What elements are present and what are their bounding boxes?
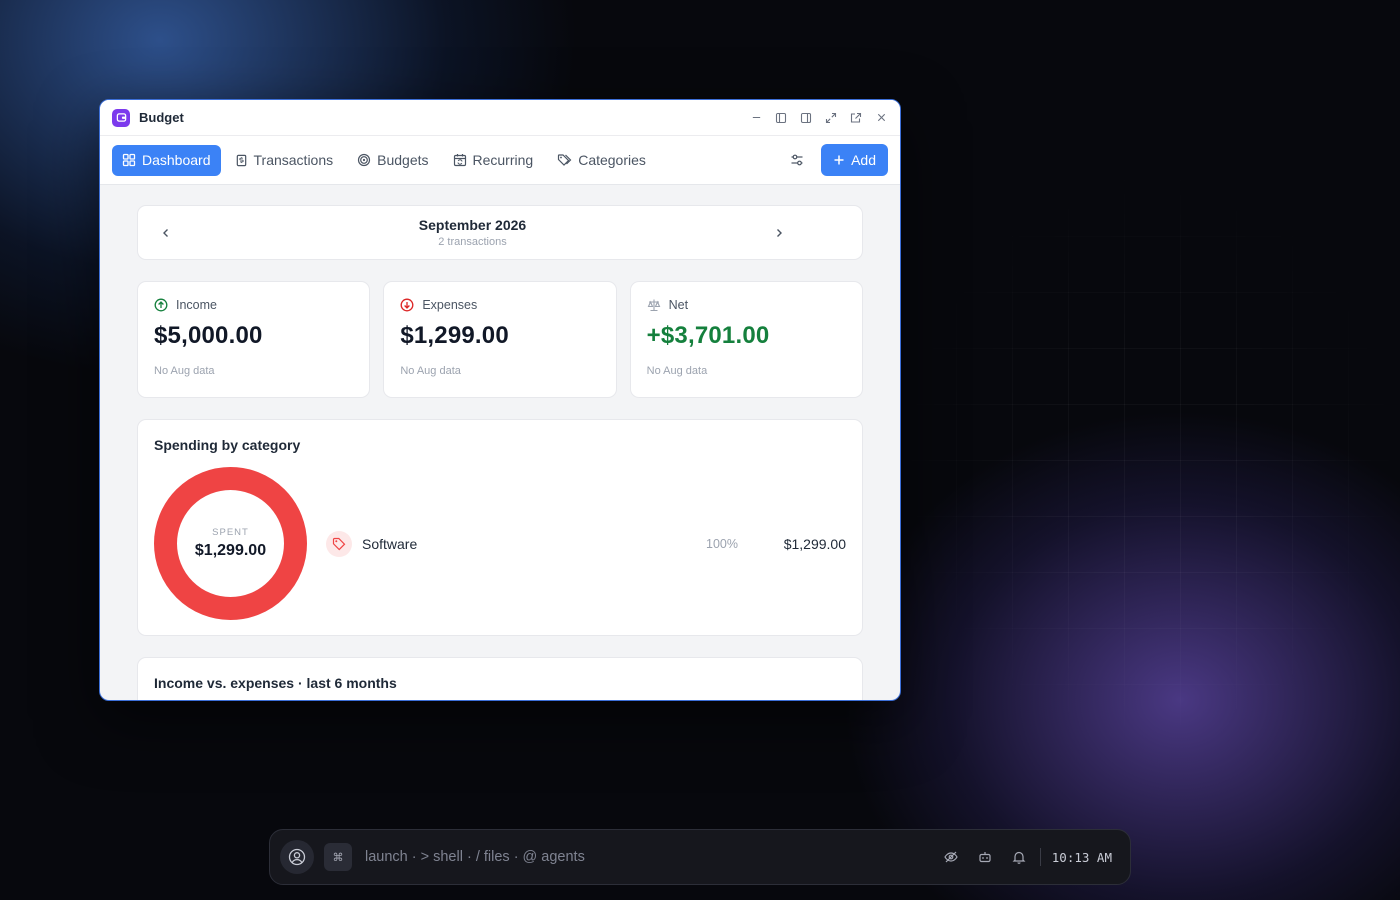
bell-icon[interactable]: [1012, 850, 1026, 864]
minimize-icon[interactable]: [749, 111, 763, 125]
plus-icon: [834, 155, 844, 165]
net-value: +$3,701.00: [646, 322, 770, 349]
income-comparison: No Aug data: [154, 365, 215, 377]
arrow-up-circle-icon: [154, 298, 168, 312]
expenses-comparison: No Aug data: [400, 365, 461, 377]
tab-label: Transactions: [253, 152, 334, 168]
nav-bar: Dashboard Transactions Budgets Recurring…: [100, 136, 900, 185]
sidebar-right-icon[interactable]: [799, 111, 813, 125]
sidebar-left-icon[interactable]: [774, 111, 788, 125]
background-grid: [900, 180, 1400, 740]
chevron-right-icon[interactable]: [769, 223, 789, 243]
tab-label: Dashboard: [142, 152, 211, 168]
income-vs-expenses-card: Income vs. expenses · last 6 months: [137, 657, 863, 700]
target-icon: [358, 153, 371, 167]
category-row[interactable]: Software 100% $1,299.00: [326, 531, 846, 557]
command-key-icon[interactable]: ⌘: [324, 843, 352, 871]
robot-icon[interactable]: [978, 850, 992, 864]
section-title: Spending by category: [154, 437, 301, 453]
month-title: September 2026: [418, 217, 527, 233]
tag-icon: [326, 531, 352, 557]
tags-icon: [558, 154, 572, 166]
budget-app-icon: [112, 108, 130, 127]
donut-center-value: $1,299.00: [194, 542, 267, 559]
donut-center-label: SPENT: [212, 527, 249, 538]
tab-budgets[interactable]: Budgets: [347, 145, 438, 176]
expenses-label: Expenses: [422, 298, 478, 312]
summary-stats: Income $5,000.00 No Aug data Expenses $1…: [137, 281, 863, 398]
dashboard-content: September 2026 2 transactions Income $5,…: [100, 185, 900, 700]
calendar-repeat-icon: [453, 154, 466, 167]
user-avatar-icon[interactable]: [280, 840, 314, 874]
month-selector: September 2026 2 transactions: [137, 205, 863, 260]
window-controls: [749, 111, 888, 125]
tab-dashboard[interactable]: Dashboard: [112, 144, 221, 176]
spending-by-category-card: Spending by category SPENT $1,299.00 Sof…: [137, 419, 863, 636]
taskbar: ⌘ launch · > shell · / files · @ agents …: [269, 829, 1131, 885]
category-amount: $1,299.00: [783, 536, 846, 552]
sliders-icon[interactable]: [783, 146, 811, 174]
category-percent: 100%: [706, 537, 738, 551]
category-name: Software: [362, 536, 418, 552]
tab-label: Recurring: [472, 152, 534, 168]
spending-donut-chart[interactable]: SPENT $1,299.00: [154, 467, 307, 620]
add-button[interactable]: Add: [821, 144, 888, 176]
net-comparison: No Aug data: [646, 365, 708, 377]
chevron-left-icon[interactable]: [156, 223, 176, 243]
scale-icon: [647, 299, 661, 312]
expenses-card[interactable]: Expenses $1,299.00 No Aug data: [383, 281, 617, 398]
taskbar-divider: [1039, 848, 1041, 866]
net-label: Net: [668, 298, 689, 312]
add-label: Add: [851, 152, 876, 168]
income-value: $5,000.00: [154, 322, 263, 349]
grid-icon: [122, 153, 136, 167]
tab-categories[interactable]: Categories: [547, 145, 656, 176]
window-title: Budget: [139, 110, 184, 125]
expenses-value: $1,299.00: [400, 322, 509, 349]
launcher-input[interactable]: launch · > shell · / files · @ agents: [365, 849, 585, 865]
eye-off-icon[interactable]: [944, 850, 958, 864]
tab-label: Budgets: [377, 152, 429, 168]
maximize-icon[interactable]: [824, 111, 838, 125]
income-label: Income: [176, 298, 217, 312]
close-icon[interactable]: [874, 111, 888, 125]
tab-transactions[interactable]: Transactions: [225, 145, 344, 176]
income-card[interactable]: Income $5,000.00 No Aug data: [137, 281, 371, 398]
arrow-down-circle-icon: [400, 298, 414, 312]
transaction-count: 2 transactions: [438, 236, 507, 248]
popout-icon[interactable]: [849, 111, 863, 125]
clock: 10:13 AM: [1051, 849, 1112, 865]
window-titlebar[interactable]: Budget: [100, 100, 900, 136]
budget-window: Budget Dashboard Transactions Budgets Re…: [99, 99, 901, 701]
tab-recurring[interactable]: Recurring: [443, 145, 544, 176]
section-title: Income vs. expenses · last 6 months: [154, 675, 397, 691]
net-card[interactable]: Net +$3,701.00 No Aug data: [629, 281, 863, 398]
tab-label: Categories: [578, 152, 646, 168]
receipt-icon: [236, 154, 246, 166]
